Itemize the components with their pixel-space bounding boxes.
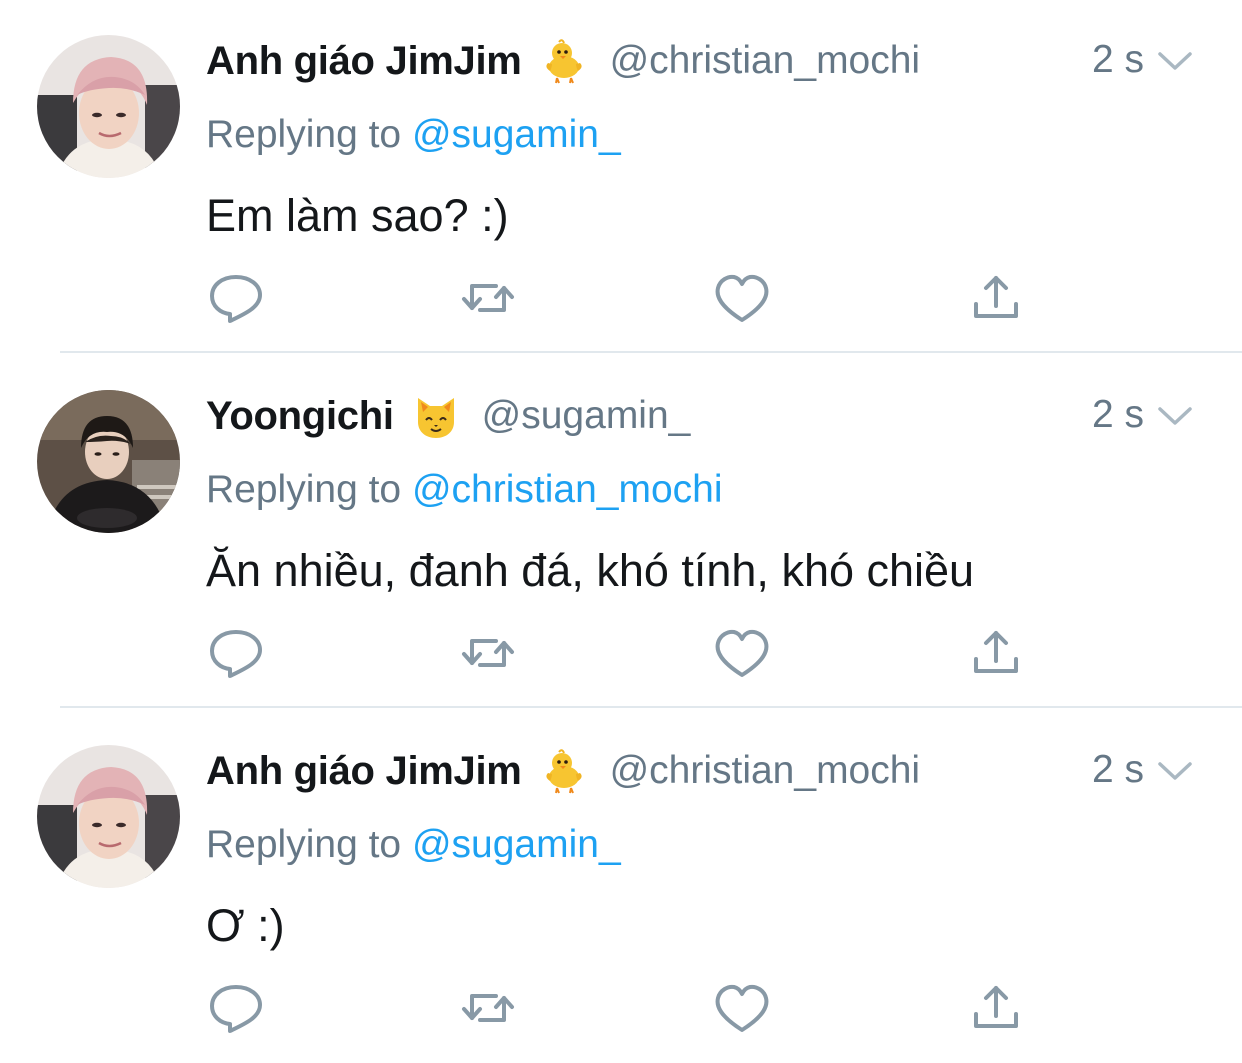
- action-bar: [206, 978, 1036, 1038]
- action-bar: [206, 268, 1036, 328]
- timestamp[interactable]: 2 s: [1092, 748, 1144, 792]
- avatar[interactable]: [37, 35, 180, 178]
- cat-emoji-icon: [412, 392, 460, 440]
- tweet-text: Em làm sao? :): [206, 190, 509, 241]
- avatar[interactable]: [37, 745, 180, 888]
- timestamp[interactable]: 2 s: [1092, 393, 1144, 437]
- reply-icon[interactable]: [206, 623, 266, 683]
- timestamp[interactable]: 2 s: [1092, 38, 1144, 82]
- tweet-text: Ăn nhiều, đanh đá, khó tính, khó chiều: [206, 545, 975, 596]
- tweet-divider: [60, 351, 1242, 353]
- tweet[interactable]: Yoongichi @sugamin_ 2 s Replying to @chr…: [0, 355, 1242, 710]
- display-name[interactable]: Yoongichi: [206, 394, 394, 439]
- chick-emoji-icon: [540, 747, 588, 795]
- chevron-down-icon[interactable]: [1156, 401, 1194, 431]
- username-handle[interactable]: @sugamin_: [482, 394, 691, 438]
- display-name[interactable]: Anh giáo JimJim: [206, 39, 522, 84]
- tweet[interactable]: Anh giáo JimJim @christian_mochi 2 s Rep…: [0, 710, 1242, 1063]
- share-icon[interactable]: [966, 623, 1026, 683]
- chick-emoji-icon: [540, 37, 588, 85]
- username-handle[interactable]: @christian_mochi: [610, 39, 921, 83]
- like-icon[interactable]: [712, 268, 772, 328]
- retweet-icon[interactable]: [458, 978, 518, 1038]
- tweet-text: Ơ :): [206, 900, 285, 951]
- replying-to-label: Replying to: [206, 468, 412, 511]
- tweet[interactable]: Anh giáo JimJim @christian_mochi 2 s Rep…: [0, 0, 1242, 355]
- reply-icon[interactable]: [206, 268, 266, 328]
- share-icon[interactable]: [966, 268, 1026, 328]
- tweet-header: Anh giáo JimJim @christian_mochi: [206, 746, 920, 796]
- reply-thread: Anh giáo JimJim @christian_mochi 2 s Rep…: [0, 0, 1242, 1063]
- avatar[interactable]: [37, 390, 180, 533]
- tweet-header: Yoongichi @sugamin_: [206, 391, 690, 441]
- replying-to-line: Replying to @sugamin_: [206, 113, 621, 157]
- chevron-down-icon[interactable]: [1156, 46, 1194, 76]
- replying-to-line: Replying to @christian_mochi: [206, 468, 723, 512]
- replying-to-label: Replying to: [206, 823, 412, 866]
- replying-to-label: Replying to: [206, 113, 412, 156]
- replying-to-line: Replying to @sugamin_: [206, 823, 621, 867]
- retweet-icon[interactable]: [458, 623, 518, 683]
- like-icon[interactable]: [712, 978, 772, 1038]
- share-icon[interactable]: [966, 978, 1026, 1038]
- tweet-divider: [60, 706, 1242, 708]
- username-handle[interactable]: @christian_mochi: [610, 749, 921, 793]
- reply-mention-link[interactable]: @christian_mochi: [412, 468, 723, 511]
- reply-icon[interactable]: [206, 978, 266, 1038]
- tweet-header: Anh giáo JimJim @christian_mochi: [206, 36, 920, 86]
- chevron-down-icon[interactable]: [1156, 756, 1194, 786]
- like-icon[interactable]: [712, 623, 772, 683]
- action-bar: [206, 623, 1036, 683]
- reply-mention-link[interactable]: @sugamin_: [412, 113, 621, 156]
- display-name[interactable]: Anh giáo JimJim: [206, 749, 522, 794]
- reply-mention-link[interactable]: @sugamin_: [412, 823, 621, 866]
- retweet-icon[interactable]: [458, 268, 518, 328]
